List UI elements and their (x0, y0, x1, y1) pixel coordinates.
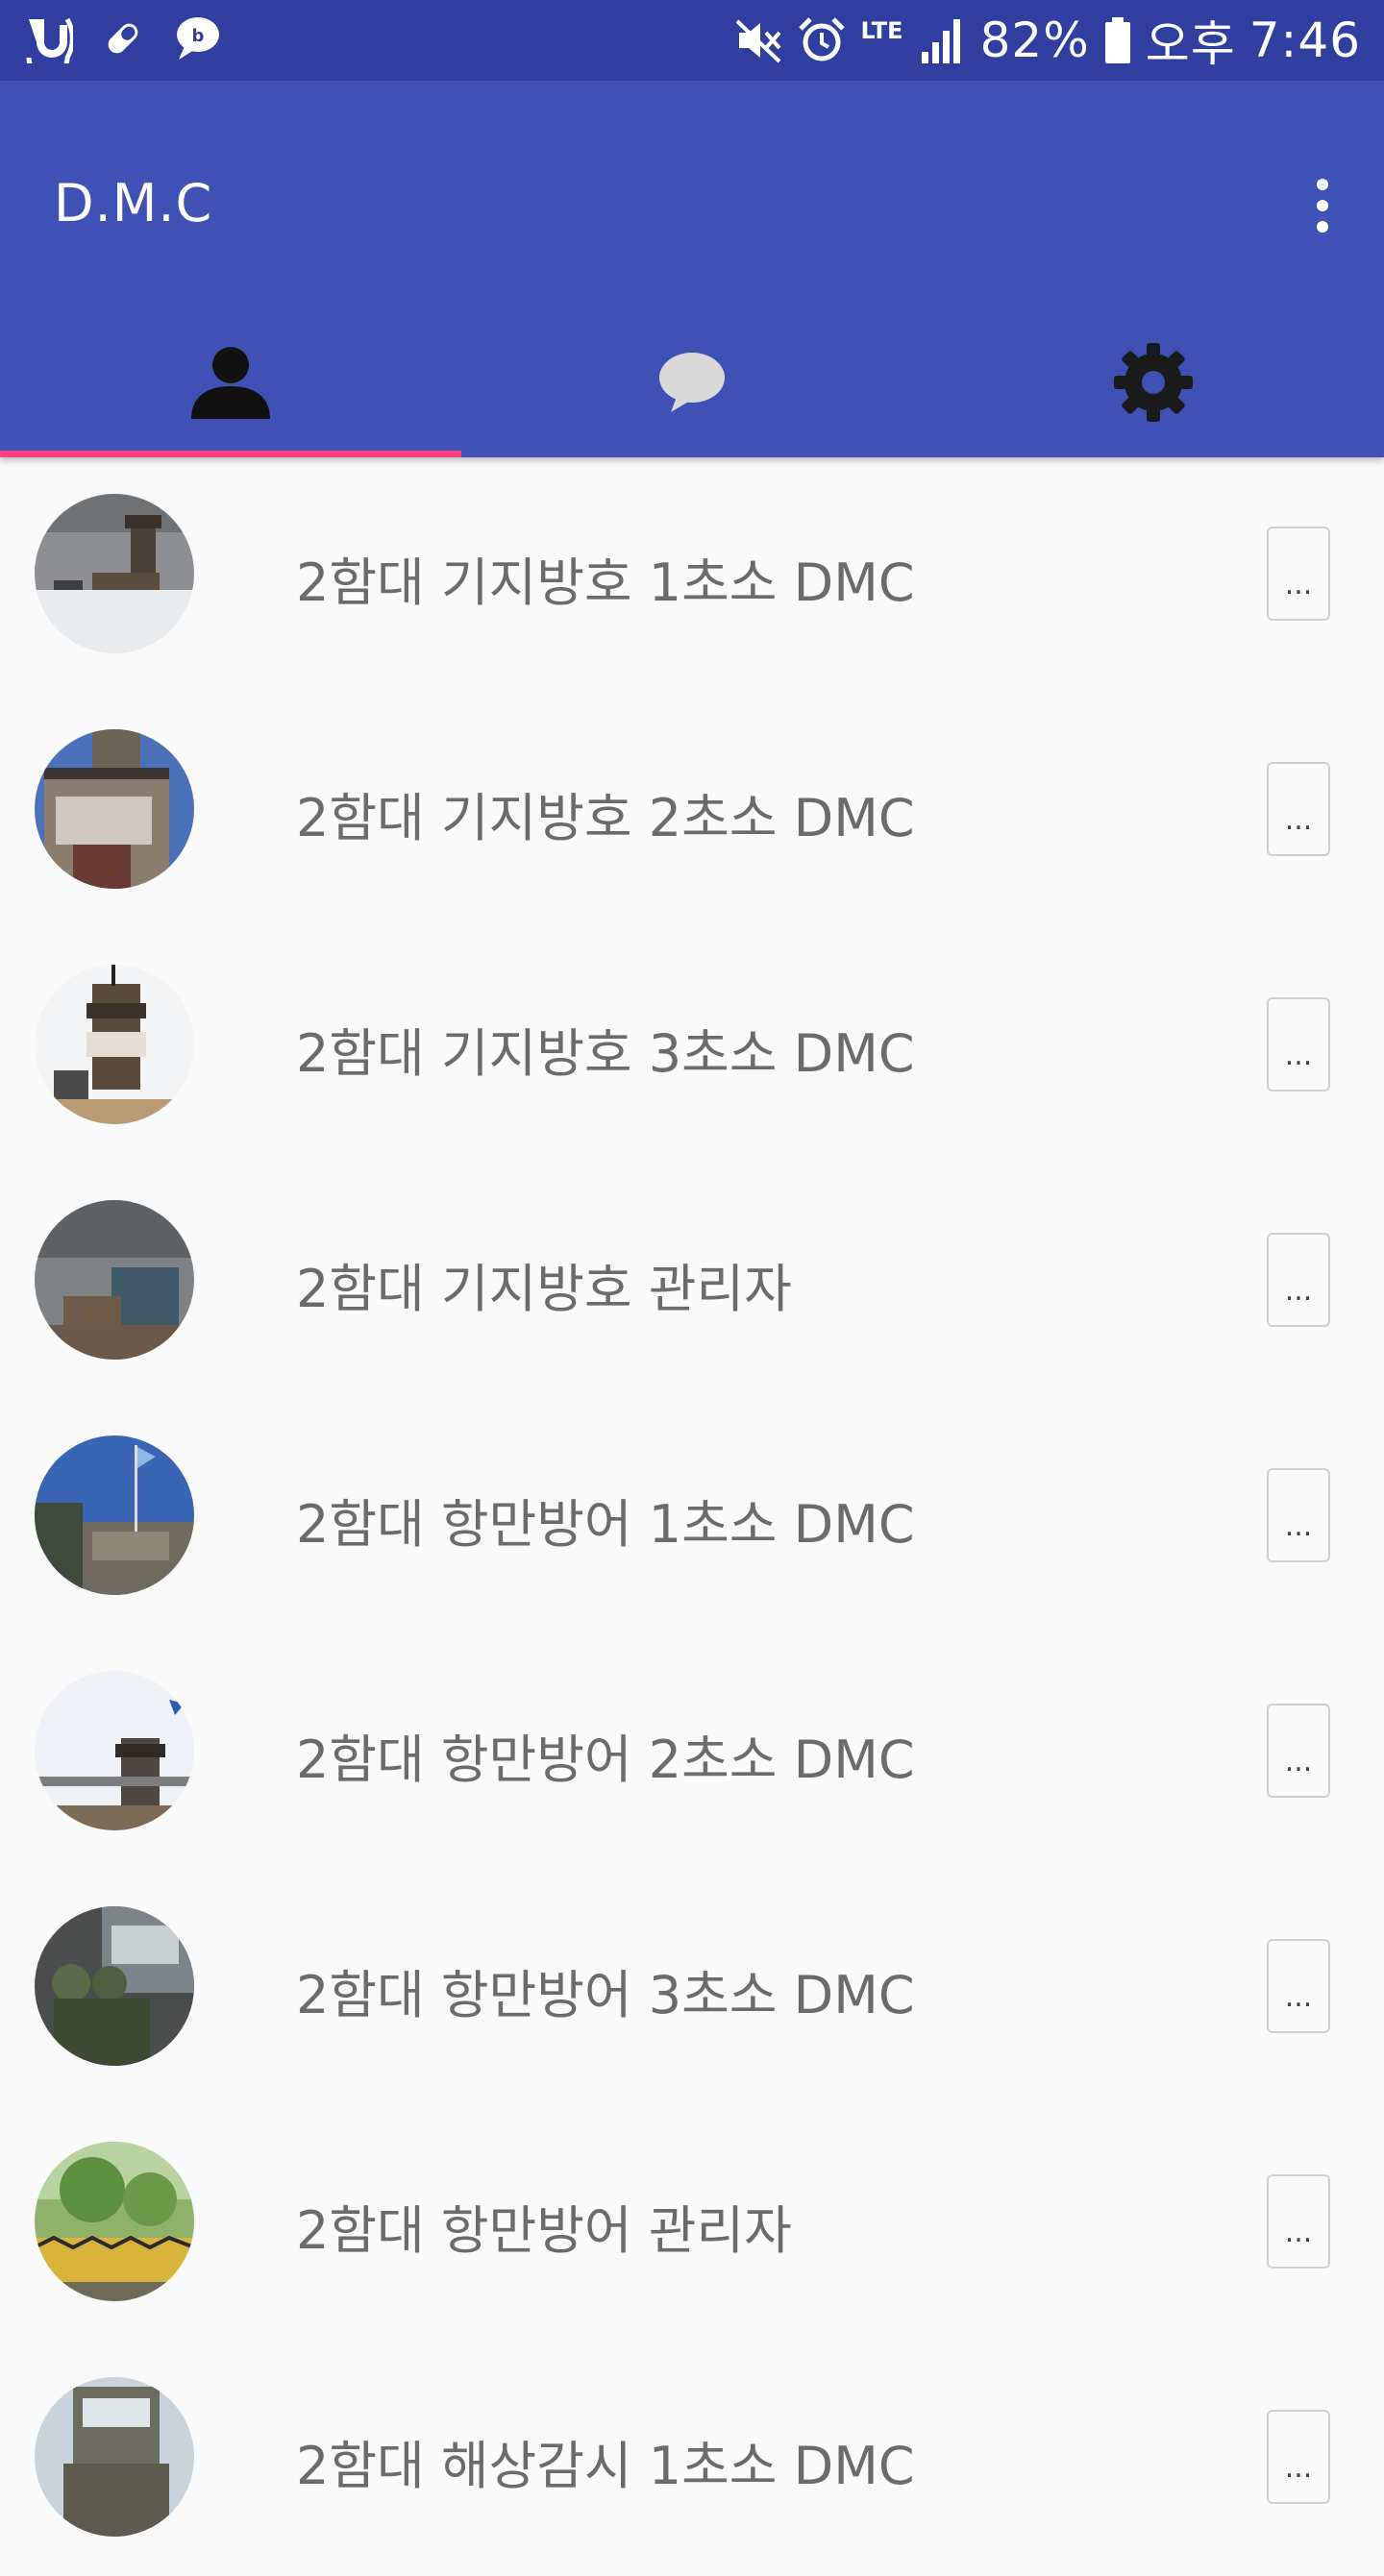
avatar (35, 1906, 194, 2066)
list-item[interactable]: 2함대 기지방호 관리자 ... (0, 1164, 1384, 1399)
list-item-label: 2함대 기지방호 관리자 (296, 1259, 792, 1319)
selected-tab-indicator (0, 451, 461, 457)
chat-bubble-icon: b (173, 13, 223, 63)
signal-icon (917, 15, 967, 65)
app-bar: D.M.C (0, 81, 1384, 457)
avatar (35, 1200, 194, 1360)
pill-icon (98, 13, 148, 63)
more-button[interactable]: ... (1267, 1704, 1330, 1798)
list-item-label: 2함대 항만방어 1초소 DMC (296, 1494, 915, 1555)
person-icon (191, 347, 270, 419)
avatar (35, 1671, 194, 1830)
tab-chats[interactable] (461, 307, 923, 457)
list-item-label: 2함대 항만방어 관리자 (296, 2200, 792, 2261)
gear-icon (1114, 343, 1193, 422)
network-type: LTE (860, 17, 903, 44)
avatar (35, 2142, 194, 2301)
more-button[interactable]: ... (1267, 997, 1330, 1092)
mute-icon (733, 15, 783, 65)
avatar (35, 494, 194, 653)
list-item-label: 2함대 항만방어 2초소 DMC (296, 1730, 915, 1790)
tab-contacts[interactable] (0, 307, 461, 457)
ampm-label: 오후 (1145, 16, 1236, 72)
app-title: D.M.C (54, 173, 213, 233)
more-button[interactable]: ... (1267, 1939, 1330, 2033)
list-item-label: 2함대 기지방호 2초소 DMC (296, 788, 915, 848)
more-button[interactable]: ... (1267, 762, 1330, 856)
status-bar: b LTE 82% 오후 7:46 (0, 0, 1384, 81)
avatar (35, 1435, 194, 1595)
list-item[interactable]: 2함대 항만방어 3초소 DMC ... (0, 1870, 1384, 2105)
list-item[interactable]: 2함대 기지방호 2초소 DMC ... (0, 693, 1384, 928)
list-item[interactable]: 2함대 항만방어 관리자 ... (0, 2105, 1384, 2341)
system-status: LTE 82% 오후 7:46 (733, 8, 1361, 73)
more-button[interactable]: ... (1267, 2174, 1330, 2269)
more-button[interactable]: ... (1267, 1233, 1330, 1327)
list-item[interactable]: 2함대 항만방어 2초소 DMC ... (0, 1634, 1384, 1870)
chat-bubble-icon (659, 353, 725, 412)
svg-text:b: b (192, 26, 205, 46)
more-button[interactable]: ... (1267, 1468, 1330, 1562)
avatar (35, 965, 194, 1124)
list-item[interactable]: 2함대 해상감시 1초소 DMC ... (0, 2341, 1384, 2576)
notification-icons: b (23, 13, 223, 63)
more-vert-icon[interactable] (1299, 165, 1346, 246)
battery-percentage: 82% (979, 12, 1090, 68)
more-button[interactable]: ... (1267, 2410, 1330, 2504)
list-item-label: 2함대 기지방호 1초소 DMC (296, 552, 915, 613)
alarm-icon (797, 15, 847, 65)
list-item-label: 2함대 해상감시 1초소 DMC (296, 2436, 915, 2496)
avatar (35, 2377, 194, 2537)
avatar (35, 729, 194, 889)
list-item-label: 2함대 항만방어 3초소 DMC (296, 1965, 915, 2025)
battery-icon (1103, 15, 1132, 65)
clock: 7:46 (1248, 12, 1361, 68)
u-plus-icon (23, 13, 73, 63)
list-item-label: 2함대 기지방호 3초소 DMC (296, 1023, 915, 1084)
more-button[interactable]: ... (1267, 527, 1330, 621)
tab-bar (0, 307, 1384, 457)
list-item[interactable]: 2함대 항만방어 1초소 DMC ... (0, 1399, 1384, 1634)
list-item[interactable]: 2함대 기지방호 3초소 DMC ... (0, 928, 1384, 1164)
tab-settings[interactable] (923, 307, 1384, 457)
contact-list: 2함대 기지방호 1초소 DMC ... 2함대 기지방호 2초소 DMC ..… (0, 457, 1384, 2576)
list-item[interactable]: 2함대 기지방호 1초소 DMC ... (0, 457, 1384, 693)
